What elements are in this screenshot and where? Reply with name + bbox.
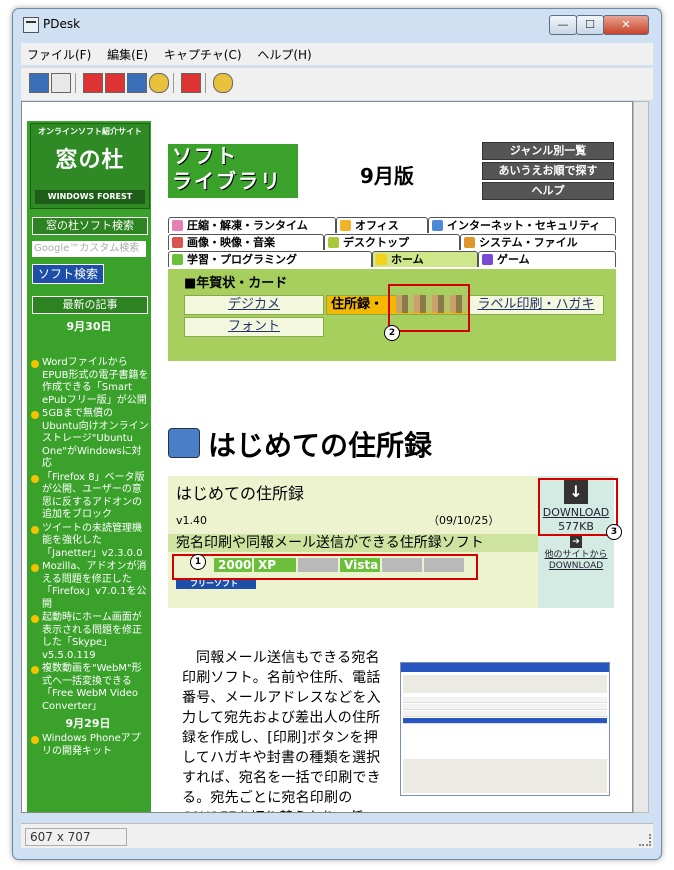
print-icon[interactable]: [51, 73, 71, 93]
site-logo[interactable]: オンラインソフト紹介サイト 窓の杜 WINDOWS FOREST: [30, 123, 150, 209]
search-input[interactable]: Google™カスタム検索: [32, 241, 146, 257]
arrow-right-icon: ➔: [570, 536, 582, 548]
screenshot-row: [403, 718, 607, 724]
screenshot-row: [403, 704, 607, 710]
callout-badge-1: 1: [190, 554, 206, 570]
settings-palette-icon[interactable]: [213, 73, 233, 93]
close-button[interactable]: ✕: [603, 15, 649, 35]
app-window: PDesk — ☐ ✕ ファイル(F) 編集(E) キャプチャ(C) ヘルプ(H…: [12, 8, 662, 860]
screenshot-titlebar: [401, 663, 609, 672]
news-date: 9月29日: [65, 717, 111, 730]
news-list: Wordファイルから EPUB形式の電子書籍を作成できる「Smart ePubフ…: [31, 357, 149, 759]
callout-badge-2: 2: [384, 325, 400, 341]
resize-grip[interactable]: [639, 834, 651, 846]
capture-region-icon[interactable]: [181, 73, 201, 93]
logo-tagline: オンラインソフト紹介サイト: [38, 127, 142, 136]
tab-compression[interactable]: 圧縮・解凍・ランタイム: [168, 217, 336, 233]
callout-box-2: [388, 284, 470, 332]
screenshot-row: [403, 697, 607, 703]
soft-library-line1: ソフト: [172, 144, 238, 168]
callout-box-1: [172, 554, 478, 580]
news-item[interactable]: 5GBまで無償のUbuntu向けオンラインストレージ"Ubuntu One"がW…: [31, 408, 149, 471]
app-description: 宛名印刷や同報メール送信ができる住所録ソフト: [168, 534, 538, 552]
menu-file[interactable]: ファイル(F): [21, 43, 97, 63]
app-name: はじめての住所録: [176, 484, 305, 503]
menu-bar: ファイル(F) 編集(E) キャプチャ(C) ヘルプ(H): [21, 43, 653, 65]
subcategory-digicam[interactable]: デジカメ: [184, 295, 324, 315]
genre-list-button[interactable]: ジャンル別一覧: [482, 142, 614, 160]
news-item[interactable]: ツイートの未読管理機能を強化した「Janetter」v2.3.0.0: [31, 523, 149, 561]
callout-badge-3: 3: [606, 524, 622, 540]
logo-text: 窓の杜: [55, 148, 125, 173]
vertical-scrollbar[interactable]: [633, 101, 649, 813]
tab-game[interactable]: ゲーム: [478, 251, 616, 267]
soft-library-line2: ライブラリ: [172, 169, 282, 193]
save-icon[interactable]: [29, 73, 49, 93]
toolbar: [21, 67, 653, 100]
app-screenshot[interactable]: [400, 662, 610, 796]
tab-image[interactable]: 画像・映像・音楽: [168, 234, 324, 250]
tab-learning[interactable]: 学習・プログラミング: [168, 251, 372, 267]
soft-search-heading: 窓の杜ソフト検索: [32, 217, 148, 235]
tab-office[interactable]: オフィス: [336, 217, 428, 233]
image-size-readout: 607 x 707: [25, 828, 127, 846]
latest-articles-heading: 最新の記事: [32, 296, 148, 314]
timer-icon[interactable]: [149, 73, 169, 93]
toolbar-separator: [205, 73, 206, 93]
menu-edit[interactable]: 編集(E): [101, 43, 154, 63]
capture-client-icon[interactable]: [105, 73, 125, 93]
news-item[interactable]: 「Firefox 8」ベータ版が公開、ユーザーの意思に反するアドオンの追加をブロ…: [31, 472, 149, 522]
capture-window-icon[interactable]: [83, 73, 103, 93]
toolbar-separator: [75, 73, 76, 93]
other-sites-download-link[interactable]: 他のサイトから DOWNLOAD: [538, 550, 614, 572]
alphabetical-button[interactable]: あいうえお順で探す: [482, 162, 614, 180]
tab-internet[interactable]: インターネット・セキュリティ: [428, 217, 616, 233]
logo-subtitle: WINDOWS FOREST: [35, 190, 145, 204]
status-bar: 607 x 707: [21, 823, 653, 848]
soft-search-button[interactable]: ソフト検索: [32, 264, 104, 284]
app-icon: [23, 17, 39, 33]
menu-capture[interactable]: キャプチャ(C): [158, 43, 248, 63]
screenshot-toolbar: [403, 675, 607, 693]
title-bar[interactable]: PDesk — ☐ ✕: [13, 9, 661, 39]
news-item[interactable]: Mozilla、アドオンが消える問題を修正した「Firefox」v7.0.1を公…: [31, 561, 149, 611]
minimize-button[interactable]: —: [549, 15, 577, 35]
tab-system[interactable]: システム・ファイル: [460, 234, 616, 250]
subcategory-label-print[interactable]: ラベル印刷・ハガキ: [468, 295, 604, 315]
site-sidebar: オンラインソフト紹介サイト 窓の杜 WINDOWS FOREST 窓の杜ソフト検…: [27, 121, 151, 812]
window-title: PDesk: [43, 17, 81, 31]
maximize-button[interactable]: ☐: [576, 15, 604, 35]
toolbar-separator: [173, 73, 174, 93]
news-item[interactable]: 複数動画を"WebM"形式へ一括変換できる「Free WebM Video Co…: [31, 663, 149, 713]
capture-canvas[interactable]: オンラインソフト紹介サイト 窓の杜 WINDOWS FOREST 窓の杜ソフト検…: [21, 101, 633, 813]
tab-desktop[interactable]: デスクトップ: [324, 234, 460, 250]
subcategory-heading: ■年賀状・カード: [184, 276, 288, 291]
news-item[interactable]: Windows Phoneアプリの開発キット: [31, 733, 149, 758]
soft-library-logo[interactable]: ソフト ライブラリ: [168, 144, 298, 198]
help-button[interactable]: ヘルプ: [482, 182, 614, 200]
tab-home[interactable]: ホーム: [372, 251, 478, 267]
news-item[interactable]: Wordファイルから EPUB形式の電子書籍を作成できる「Smart ePubフ…: [31, 357, 149, 407]
app-version: v1.40: [176, 514, 208, 527]
menu-help[interactable]: ヘルプ(H): [251, 43, 317, 63]
subcategory-font[interactable]: フォント: [184, 317, 324, 337]
app-date: （09/10/25）: [428, 514, 500, 527]
app-heading: はじめての住所録: [208, 429, 433, 462]
news-date: 9月30日: [66, 320, 112, 333]
article-body: 同報メール送信もできる宛名印刷ソフト。名前や住所、電話番号、メールアドレスなどを…: [182, 650, 381, 812]
edition-month: 9月版: [360, 164, 414, 188]
news-item[interactable]: 起動時にホーム画面が表示される問題を修正した「Skype」v5.5.0.119: [31, 612, 149, 662]
capture-desktop-icon[interactable]: [127, 73, 147, 93]
screenshot-row: [403, 711, 607, 717]
screenshot-panel: [403, 759, 607, 793]
